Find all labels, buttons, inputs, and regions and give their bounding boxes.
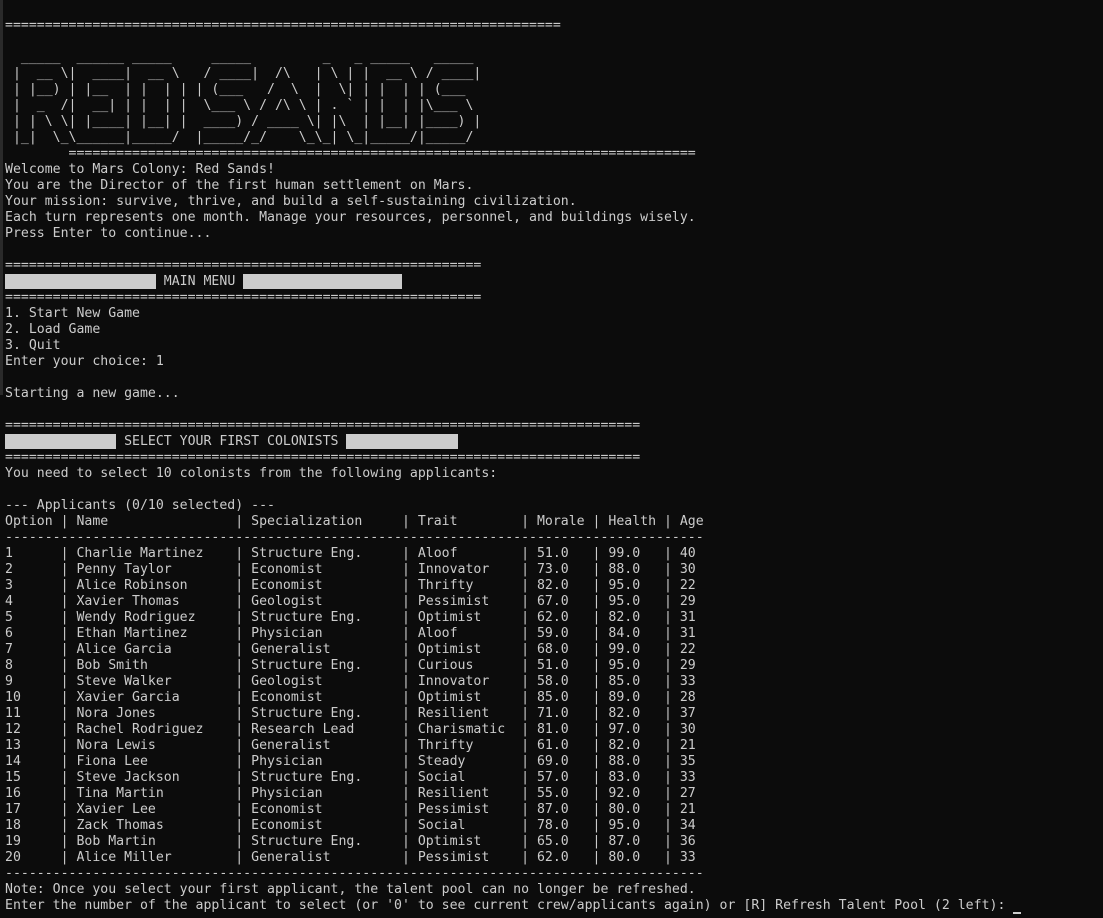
table-row[interactable]: 3 | Alice Robinson | Economist | Thrifty… (5, 578, 1103, 594)
table-row[interactable]: 9 | Steve Walker | Geologist | Innovator… (5, 674, 1103, 690)
table-row[interactable]: 5 | Wendy Rodriguez | Structure Eng. | O… (5, 610, 1103, 626)
table-row[interactable]: 12 | Rachel Rodriguez | Research Lead | … (5, 722, 1103, 738)
title-bar-right (243, 274, 402, 289)
table-separator: ----------------------------------------… (5, 866, 704, 881)
table-row[interactable]: 8 | Bob Smith | Structure Eng. | Curious… (5, 658, 1103, 674)
table-row[interactable]: 19 | Bob Martin | Structure Eng. | Optim… (5, 834, 1103, 850)
table-row[interactable]: 20 | Alice Miller | Generalist | Pessimi… (5, 850, 1103, 866)
terminal-window[interactable]: ========================================… (0, 0, 1103, 918)
table-row[interactable]: 6 | Ethan Martinez | Physician | Aloof |… (5, 626, 1103, 642)
table-row[interactable]: 16 | Tina Martin | Physician | Resilient… (5, 786, 1103, 802)
title-bar-left (5, 434, 117, 449)
table-row[interactable]: 4 | Xavier Thomas | Geologist | Pessimis… (5, 594, 1103, 610)
menu-option: 2. Load Game (5, 322, 101, 337)
intro-line: Each turn represents one month. Manage y… (5, 210, 696, 225)
title-bar-left (5, 274, 156, 289)
status-message: Starting a new game... (5, 386, 180, 401)
main-menu-prompt: Enter your choice: 1 (5, 354, 164, 369)
menu-option: 3. Quit (5, 338, 61, 353)
intro-line: Your mission: survive, thrive, and build… (5, 194, 577, 209)
text-cursor (1013, 912, 1022, 914)
selection-instruction: You need to select 10 colonists from the… (5, 466, 498, 481)
selection-prompt-text: Enter the number of the applicant to sel… (5, 898, 1014, 913)
banner-rule-bottom: ========================================… (5, 146, 696, 161)
selection-prompt[interactable]: Enter the number of the applicant to sel… (5, 898, 1103, 914)
main-menu-title-bar: MAIN MENU (5, 274, 1103, 290)
main-menu-title: MAIN MENU (155, 274, 244, 289)
table-row[interactable]: 11 | Nora Jones | Structure Eng. | Resil… (5, 706, 1103, 722)
banner-row: | |__) | |__ | | | | | (___ / \ | \| | |… (5, 82, 482, 97)
table-row[interactable]: 13 | Nora Lewis | Generalist | Thrifty |… (5, 738, 1103, 754)
table-row[interactable]: 7 | Alice Garcia | Generalist | Optimist… (5, 642, 1103, 658)
scroll-indicator (0, 0, 3, 395)
banner-row: | _ /| __| | | | | \___ \ / /\ \ | . ` |… (5, 98, 482, 113)
table-row[interactable]: 15 | Steve Jackson | Structure Eng. | So… (5, 770, 1103, 786)
main-menu-rule-bottom: ========================================… (5, 290, 482, 305)
intro-text: Welcome to Mars Colony: Red Sands! You ar… (5, 162, 1103, 242)
main-menu-options: 1. Start New Game 2. Load Game 3. Quit (5, 306, 1103, 354)
banner-row: _____ ______ _____ _____ _ _ _____ _____ (5, 50, 482, 65)
selection-rule-top: ========================================… (5, 418, 641, 433)
applicants-table: Option | Name | Specialization | Trait |… (5, 514, 1103, 882)
table-row[interactable]: 10 | Xavier Garcia | Economist | Optimis… (5, 690, 1103, 706)
banner-row: | | \ \| |____| |__| | ____) / ____ \| |… (5, 114, 482, 129)
intro-line: Press Enter to continue... (5, 226, 212, 241)
banner-row: | __ \| ____| __ \ / ____| /\ | \ | | __… (5, 66, 482, 81)
table-row[interactable]: 2 | Penny Taylor | Economist | Innovator… (5, 562, 1103, 578)
selection-rule-bottom: ========================================… (5, 450, 641, 465)
table-separator: ----------------------------------------… (5, 530, 704, 545)
intro-line: Welcome to Mars Colony: Red Sands! (5, 162, 275, 177)
intro-line: You are the Director of the first human … (5, 178, 474, 193)
menu-option: 1. Start New Game (5, 306, 140, 321)
table-header-row: Option | Name | Specialization | Trait |… (5, 514, 704, 529)
banner-row: |_| \_\______|_____/ |_____/_/ \_\_| \_|… (5, 130, 482, 145)
main-menu-rule-top: ========================================… (5, 258, 482, 273)
table-row[interactable]: 14 | Fiona Lee | Physician | Steady | 69… (5, 754, 1103, 770)
table-row[interactable]: 17 | Xavier Lee | Economist | Pessimist … (5, 802, 1103, 818)
table-row[interactable]: 18 | Zack Thomas | Economist | Social | … (5, 818, 1103, 834)
selection-title-bar: SELECT YOUR FIRST COLONISTS (5, 434, 1103, 450)
title-bar-right (346, 434, 458, 449)
banner-rule-top: ========================================… (5, 18, 561, 33)
selection-title: SELECT YOUR FIRST COLONISTS (116, 434, 347, 449)
selection-note: Note: Once you select your first applica… (5, 882, 696, 897)
table-row[interactable]: 1 | Charlie Martinez | Structure Eng. | … (5, 546, 1103, 562)
ascii-banner: _____ ______ _____ _____ _ _ _____ _____… (5, 50, 1103, 146)
applicants-header: --- Applicants (0/10 selected) --- (5, 498, 275, 513)
